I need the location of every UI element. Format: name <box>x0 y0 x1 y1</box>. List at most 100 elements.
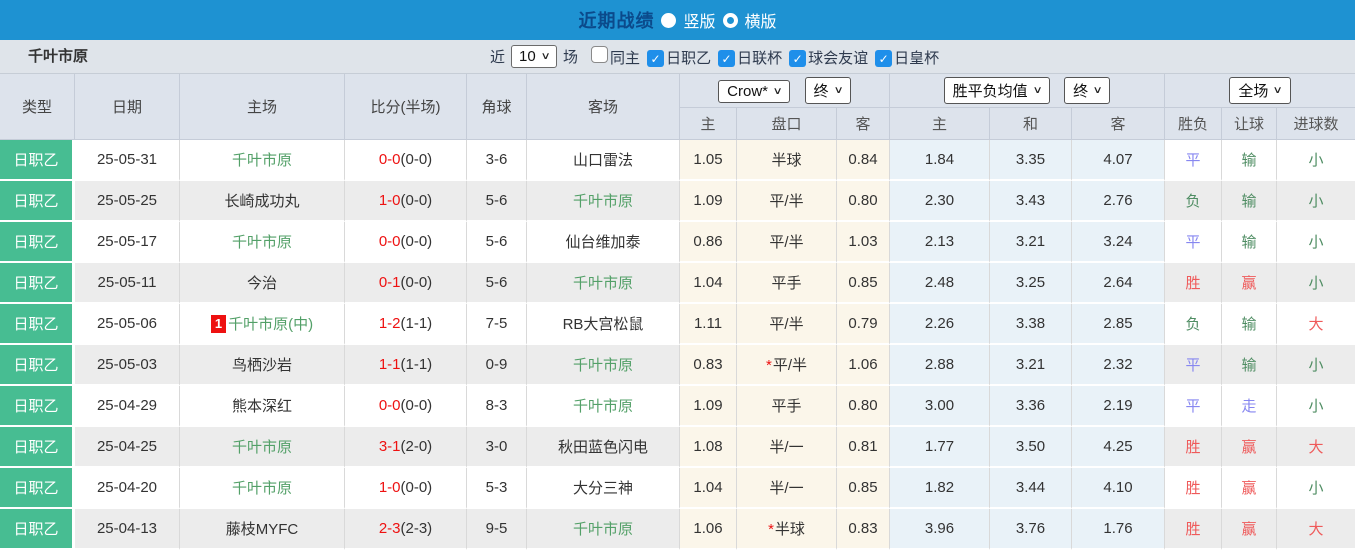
halftime-score: (2-3) <box>400 520 433 537</box>
filter-checkbox-0[interactable] <box>591 45 609 63</box>
filter-checkbox-label-1[interactable]: 日职乙 <box>666 50 711 67</box>
date-cell: 25-05-31 <box>75 140 180 181</box>
layout-radio-horizontal[interactable] <box>722 12 738 28</box>
top-bar: 近期战绩 竖版 横版 <box>0 0 1355 40</box>
result-goals: 大 <box>1277 304 1355 345</box>
away-team-name[interactable]: 大分三神 <box>573 480 633 497</box>
sub-header-handicap-home: 主 <box>680 108 737 140</box>
away-team-name[interactable]: 千叶市原 <box>573 193 633 210</box>
home-team-name[interactable]: 千叶市原(中) <box>228 316 313 333</box>
fulltime-score: 0-0 <box>378 397 401 414</box>
home-team-name[interactable]: 千叶市原 <box>232 234 292 251</box>
home-team-name[interactable]: 熊本深红 <box>232 398 292 415</box>
away-team-cell: 千叶市原 <box>527 509 680 550</box>
layout-radio-vertical-label[interactable]: 竖版 <box>683 8 715 32</box>
sub-header-result-handicap: 让球 <box>1222 108 1278 140</box>
league-cell: 日职乙 <box>0 427 75 468</box>
changed-line-marker: * <box>768 521 774 538</box>
fulltime-score: 1-1 <box>378 356 401 373</box>
avg-away-odds: 2.64 <box>1072 263 1166 304</box>
result-handicap: 赢 <box>1222 509 1278 550</box>
handicap-line: *半球 <box>737 509 837 550</box>
halftime-score: (1-1) <box>400 315 433 332</box>
result-goals: 小 <box>1277 222 1355 263</box>
away-team-name[interactable]: 秋田蓝色闪电 <box>558 439 648 456</box>
away-team-name[interactable]: 千叶市原 <box>573 398 633 415</box>
filter-checkbox-4[interactable]: ✓ <box>875 50 893 67</box>
handicap-line-text: 半/一 <box>769 480 804 497</box>
result-wdl: 平 <box>1165 140 1223 181</box>
result-handicap: 走 <box>1222 386 1278 427</box>
result-handicap: 输 <box>1222 222 1278 263</box>
avg-away-odds: 2.76 <box>1072 181 1166 222</box>
layout-radio-vertical[interactable] <box>661 12 677 28</box>
home-team-cell: 千叶市原 <box>180 222 345 263</box>
handicap-line-text: 平手 <box>771 275 802 292</box>
home-team-cell: 千叶市原 <box>180 427 345 468</box>
home-team-name[interactable]: 千叶市原 <box>232 480 292 497</box>
filter-checkbox-label-0[interactable]: 同主 <box>610 50 640 67</box>
result-handicap: 输 <box>1222 304 1278 345</box>
away-team-name[interactable]: 仙台维加泰 <box>565 234 640 251</box>
layout-radio-horizontal-label[interactable]: 横版 <box>745 8 777 32</box>
result-goals: 小 <box>1277 468 1355 509</box>
away-team-name[interactable]: 千叶市原 <box>573 275 633 292</box>
sub-header-handicap-away: 客 <box>837 108 891 140</box>
handicap-line-text: 平/半 <box>769 193 804 210</box>
avg-time-select[interactable]: 终 ∨ <box>1064 77 1111 104</box>
away-team-name[interactable]: RB大宫松鼠 <box>563 316 644 333</box>
avg-odds-select-value: 胜平负均值 <box>952 83 1028 100</box>
result-wdl: 胜 <box>1165 427 1223 468</box>
result-wdl: 平 <box>1165 386 1223 427</box>
result-goals: 大 <box>1277 427 1355 468</box>
date-cell: 25-04-29 <box>75 386 180 427</box>
avg-odds-select[interactable]: 胜平负均值 ∨ <box>943 77 1050 104</box>
halftime-score: (0-0) <box>400 151 433 168</box>
match-row: 日职乙 25-05-31 千叶市原 0-0(0-0) 3-6 山口雷法 1.05 半球 0.84… <box>0 140 1355 181</box>
date-cell: 25-05-11 <box>75 263 180 304</box>
match-row: 日职乙 25-05-17 千叶市原 0-0(0-0) 5-6 仙台维加泰 0.86 平/半 1.… <box>0 222 1355 263</box>
handicap-line: 半球 <box>737 140 837 181</box>
col-header-score: 比分(半场) <box>345 74 467 140</box>
filter-checkbox-2[interactable]: ✓ <box>718 50 736 67</box>
result-wdl: 负 <box>1165 181 1223 222</box>
avg-home-odds: 2.13 <box>890 222 991 263</box>
home-team-name[interactable]: 千叶市原 <box>232 152 292 169</box>
home-team-name[interactable]: 今治 <box>247 275 277 292</box>
home-team-name[interactable]: 鸟栖沙岩 <box>232 357 292 374</box>
recent-count-select[interactable]: 10 ∨ <box>511 45 558 68</box>
home-team-cell: 鸟栖沙岩 <box>180 345 345 386</box>
chevron-down-icon: ∨ <box>540 51 551 62</box>
away-team-cell: 千叶市原 <box>527 181 680 222</box>
col-header-home: 主场 <box>180 74 345 140</box>
period-select[interactable]: 全场 ∨ <box>1229 77 1291 104</box>
filter-checkbox-label-2[interactable]: 日联杯 <box>737 50 782 67</box>
handicap-line-text: 平手 <box>771 398 802 415</box>
avg-away-odds: 2.85 <box>1072 304 1166 345</box>
handicap-line: 平手 <box>737 386 837 427</box>
halftime-score: (0-0) <box>400 274 433 291</box>
sub-header-avg-home: 主 <box>890 108 991 140</box>
avg-away-odds: 4.25 <box>1072 427 1166 468</box>
home-team-name[interactable]: 千叶市原 <box>232 439 292 456</box>
fulltime-score: 1-2 <box>378 315 401 332</box>
date-cell: 25-05-25 <box>75 181 180 222</box>
handicap-group-header: Crow* ∨ 终 ∨ <box>680 74 891 108</box>
handicap-line: 平手 <box>737 263 837 304</box>
away-team-name[interactable]: 千叶市原 <box>573 357 633 374</box>
score-cell: 0-0(0-0) <box>345 222 467 263</box>
away-team-name[interactable]: 千叶市原 <box>573 521 633 538</box>
handicap-time-select[interactable]: 终 ∨ <box>804 77 851 104</box>
league-cell: 日职乙 <box>0 222 75 263</box>
filter-checkbox-label-3[interactable]: 球会友谊 <box>808 50 868 67</box>
filter-checkbox-label-4[interactable]: 日皇杯 <box>894 50 939 67</box>
away-team-name[interactable]: 山口雷法 <box>573 152 633 169</box>
home-team-name[interactable]: 长崎成功丸 <box>224 193 299 210</box>
home-team-name[interactable]: 藤枝MYFC <box>226 521 299 538</box>
corner-cell: 5-3 <box>467 468 527 509</box>
bookmaker-select[interactable]: Crow* ∨ <box>718 80 791 103</box>
filter-checkbox-1[interactable]: ✓ <box>647 50 665 67</box>
match-row: 日职乙 25-04-29 熊本深红 0-0(0-0) 8-3 千叶市原 1.09 平手 0.80… <box>0 386 1355 427</box>
filter-checkbox-3[interactable]: ✓ <box>789 50 807 67</box>
handicap-home-odds: 0.83 <box>680 345 737 386</box>
